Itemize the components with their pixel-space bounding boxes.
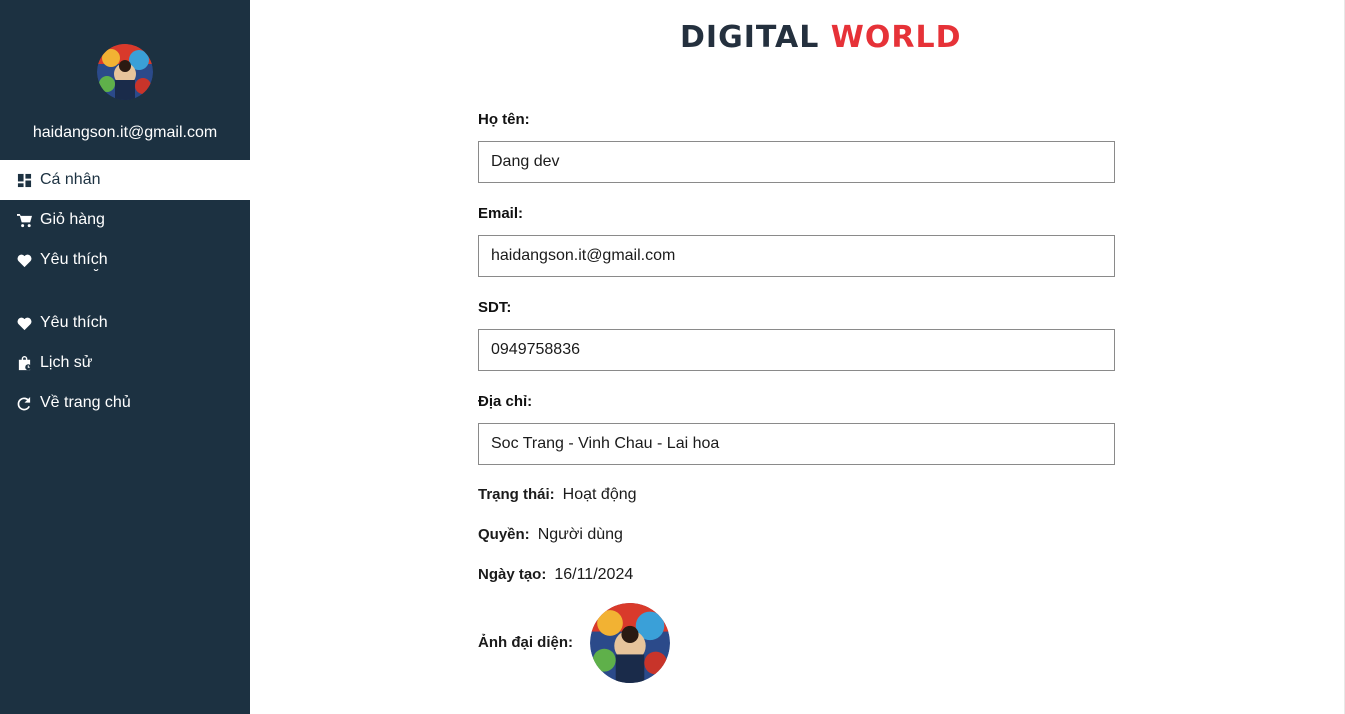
sidebar: haidangson.it@gmail.com Cá nhân Giỏ hàng…: [0, 0, 250, 714]
sidebar-item-favorites[interactable]: Yêu thích: [0, 240, 250, 280]
profile-avatar[interactable]: [590, 603, 670, 683]
menu-divider: [0, 266, 250, 303]
role-value: Người dùng: [537, 526, 623, 543]
email-field[interactable]: haidangson.it@gmail.com: [478, 235, 1115, 277]
email-label: Email:: [478, 205, 524, 222]
address-label: Địa chỉ:: [478, 393, 533, 410]
sidebar-item-home[interactable]: Về trang chủ: [0, 383, 250, 423]
sidebar-item-label: Lịch sử: [40, 354, 93, 371]
brand-logo[interactable]: DIGITAL WORLD: [680, 20, 962, 55]
brand-logo-part1: DIGITAL: [680, 20, 820, 55]
sidebar-menu: Cá nhân Giỏ hàng Yêu thích Yêu thích Lị: [0, 160, 250, 423]
status-label: Trạng thái:: [478, 486, 555, 503]
sidebar-item-label: Cá nhân: [40, 171, 101, 188]
avatar-label: Ảnh đại diện:: [478, 634, 573, 651]
created-value: 16/11/2024: [554, 566, 634, 583]
status-value: Hoạt động: [562, 486, 637, 503]
sidebar-item-cart[interactable]: Giỏ hàng: [0, 200, 250, 240]
phone-label: SDT:: [478, 299, 512, 316]
role-label: Quyền:: [478, 526, 530, 543]
main-content: DIGITAL WORLD Họ tên: Dang dev Email: ha…: [250, 0, 1345, 714]
address-field[interactable]: Soc Trang - Vinh Chau - Lai hoa: [478, 423, 1115, 465]
sidebar-email: haidangson.it@gmail.com: [32, 124, 218, 141]
sidebar-profile: haidangson.it@gmail.com: [0, 0, 250, 160]
role-row: Quyền: Người dùng: [478, 526, 623, 544]
phone-field[interactable]: 0949758836: [478, 329, 1115, 371]
cart-icon: [16, 212, 32, 228]
heart-icon: [16, 315, 32, 331]
avatar[interactable]: [97, 44, 153, 100]
name-field[interactable]: Dang dev: [478, 141, 1115, 183]
sidebar-item-favorites-2[interactable]: Yêu thích: [0, 303, 250, 343]
name-label: Họ tên:: [478, 111, 530, 128]
sidebar-item-personal[interactable]: Cá nhân: [0, 160, 250, 200]
dashboard-icon: [16, 172, 32, 188]
status-row: Trạng thái: Hoạt động: [478, 486, 637, 504]
created-label: Ngày tạo:: [478, 566, 547, 583]
heart-icon: [16, 252, 32, 268]
bag-history-icon: [16, 355, 32, 371]
brand-logo-part2: WORLD: [830, 20, 962, 55]
sidebar-item-label: Yêu thích: [40, 314, 108, 331]
redo-arrow-icon: [16, 395, 32, 411]
avatar-row: Ảnh đại diện:: [478, 634, 581, 652]
created-row: Ngày tạo: 16/11/2024: [478, 566, 633, 584]
sidebar-item-history[interactable]: Lịch sử: [0, 343, 250, 383]
sidebar-item-label: Giỏ hàng: [40, 211, 105, 228]
sidebar-item-label: Về trang chủ: [40, 394, 131, 411]
